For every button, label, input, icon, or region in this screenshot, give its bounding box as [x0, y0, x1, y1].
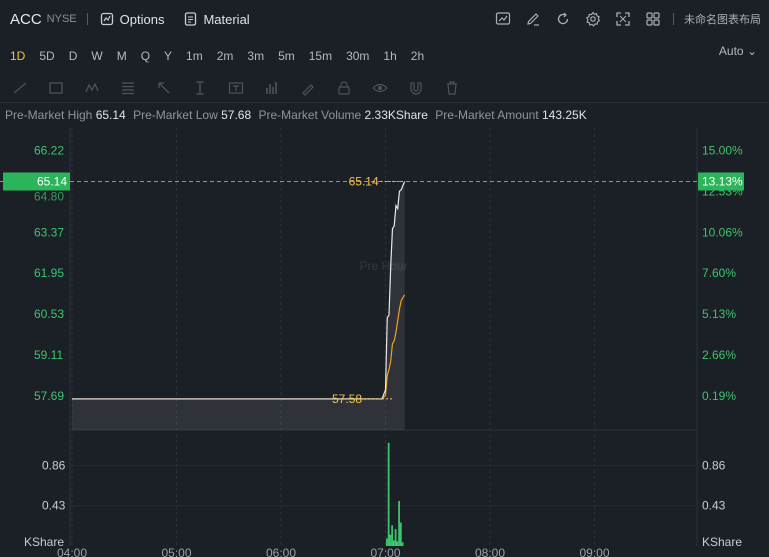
x-tick-label: 06:00 — [266, 546, 296, 557]
pct-tick-label: 15.00% — [702, 143, 743, 157]
y-tick-label-hidden: 64.80 — [34, 189, 64, 203]
y-tick-label: 60.53 — [34, 307, 64, 321]
volume-bar — [391, 525, 394, 546]
vol-tick-label-right: 0.86 — [702, 458, 726, 472]
intraday-chart[interactable]: 04:00 05:00 06:00 07:00 08:00 09:00Pre Hour66… — [0, 0, 769, 557]
volume-bar — [392, 540, 395, 546]
volume-bar — [398, 500, 400, 546]
vol-tick-label: 0.86 — [42, 458, 66, 472]
current-price-label: 65.14 — [37, 174, 67, 188]
pct-tick-label: 2.66% — [702, 348, 736, 362]
x-tick-label: 09:00 — [579, 546, 609, 557]
x-tick-label: 08:00 — [475, 546, 505, 557]
vol-unit-label: KShare — [24, 535, 64, 549]
volume-bar — [387, 442, 390, 546]
volume-bar — [399, 522, 402, 546]
y-tick-label: 61.95 — [34, 266, 64, 280]
pct-tick-label: 5.13% — [702, 307, 736, 321]
y-tick-label: 63.37 — [34, 225, 64, 239]
y-tick-label: 66.22 — [34, 143, 64, 157]
pct-tick-label: 0.19% — [702, 389, 736, 403]
y-tick-label: 59.11 — [34, 348, 63, 362]
high-annotation: 65.14 — [349, 174, 379, 188]
current-pct-label: 13.13% — [702, 174, 743, 188]
volume-bar — [394, 529, 397, 546]
x-tick-label: 07:00 — [370, 546, 400, 557]
y-tick-label: 57.69 — [34, 389, 64, 403]
plot-area — [70, 128, 697, 546]
pct-tick-label: 7.60% — [702, 266, 736, 280]
volume-bar — [389, 534, 392, 546]
vol-tick-label: 0.43 — [42, 499, 66, 513]
volume-bar — [396, 541, 399, 546]
vol-tick-label-right: 0.43 — [702, 499, 726, 513]
vol-unit-label-right: KShare — [702, 535, 742, 549]
x-tick-label: 05:00 — [161, 546, 191, 557]
low-annotation: 57.58 — [332, 392, 362, 406]
volume-bar — [401, 542, 404, 546]
pct-tick-label: 10.06% — [702, 225, 743, 239]
volume-bar — [386, 538, 388, 546]
